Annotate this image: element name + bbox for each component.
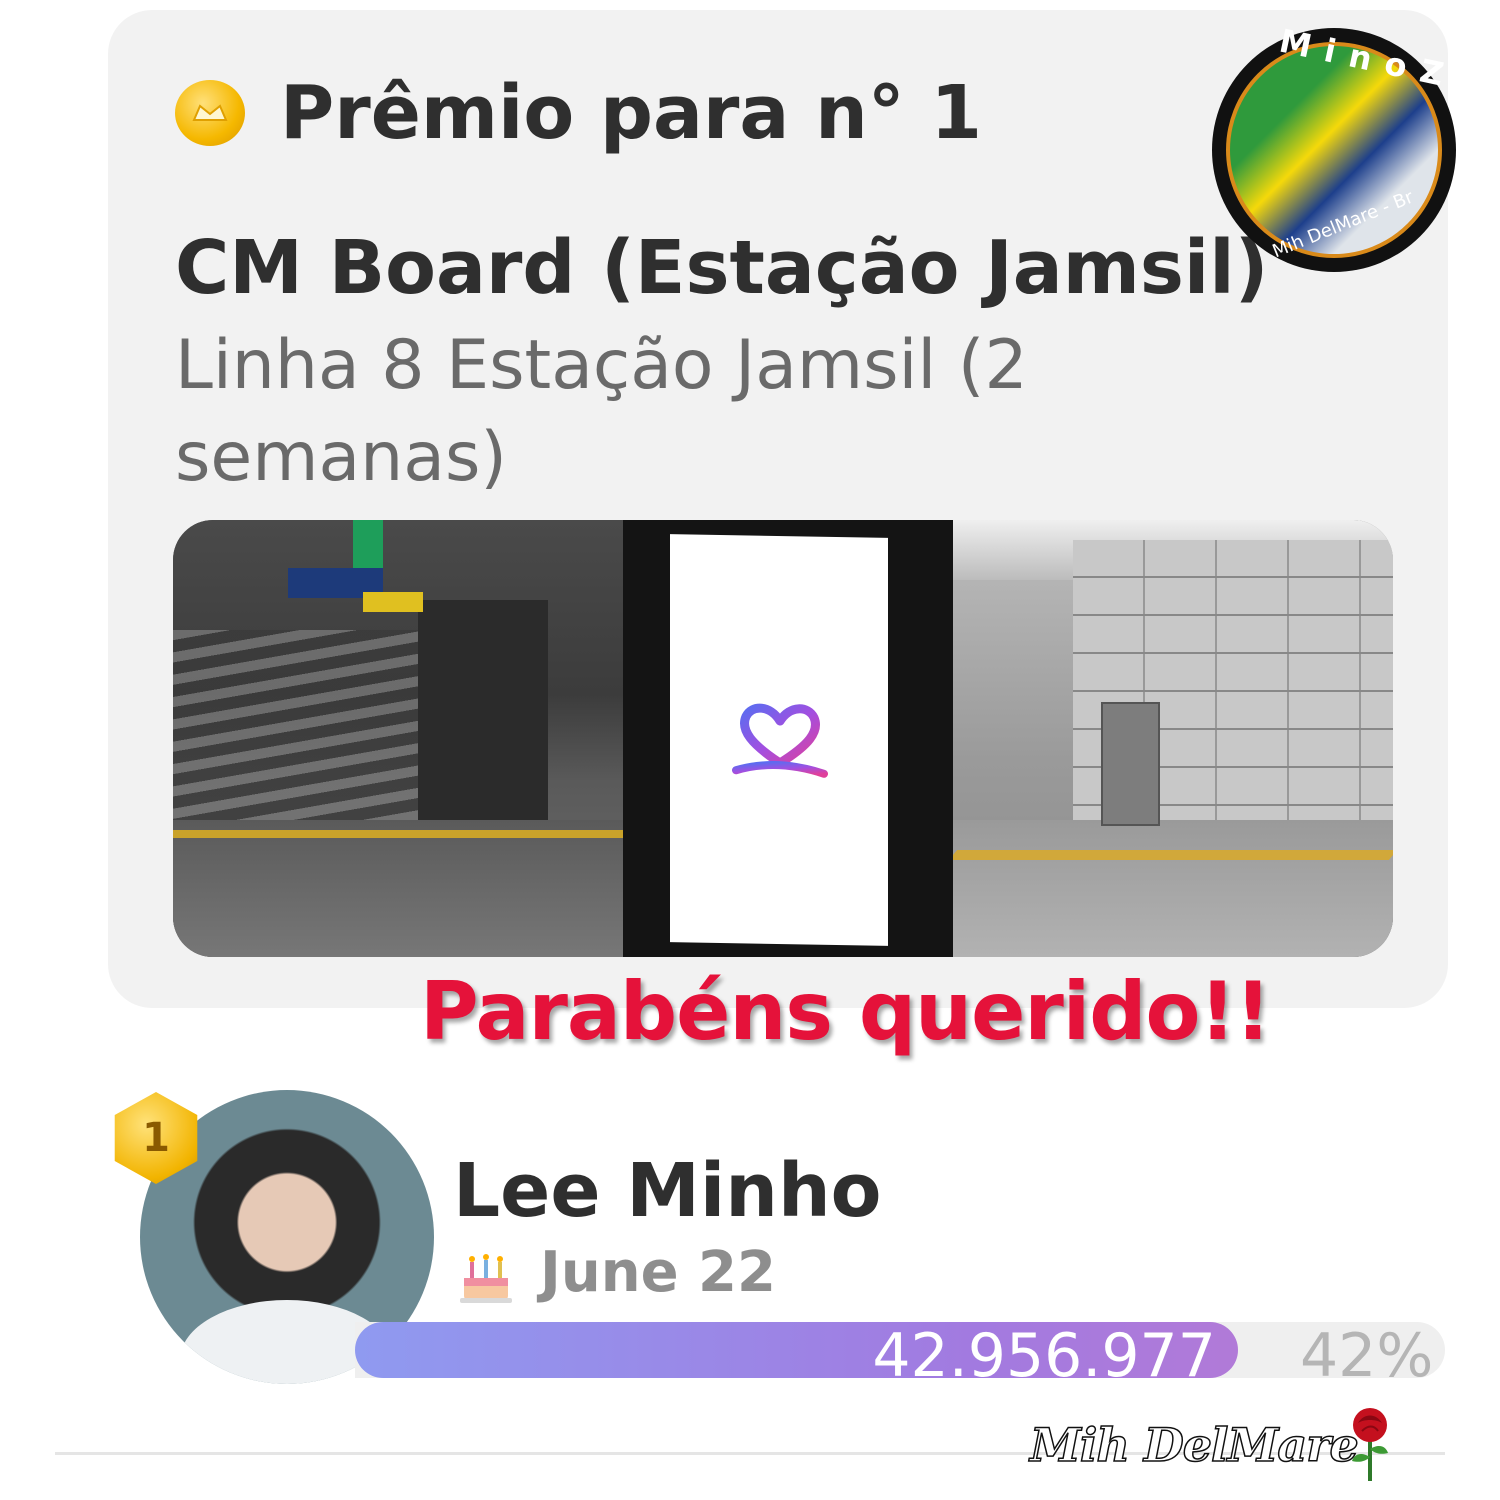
ad-screen bbox=[670, 534, 888, 946]
rose-icon bbox=[1352, 1408, 1388, 1481]
heart-logo-icon bbox=[732, 703, 828, 778]
station-photo bbox=[173, 520, 1393, 957]
board-location: Linha 8 Estação Jamsil (2 semanas) bbox=[175, 326, 1028, 497]
vote-percent: 42% bbox=[1300, 1322, 1434, 1378]
artist-birthday: June 22 bbox=[540, 1240, 776, 1305]
artist-name[interactable]: Lee Minho bbox=[453, 1148, 882, 1234]
board-name: CM Board (Estação Jamsil) bbox=[175, 225, 1269, 311]
vote-percent-area: 42% bbox=[355, 1322, 1445, 1378]
coin-icon bbox=[175, 80, 245, 146]
birthday-cake-icon bbox=[460, 1254, 512, 1303]
congrats-caption: Parabéns querido!! bbox=[420, 965, 1271, 1058]
prize-title: Prêmio para n° 1 bbox=[280, 70, 983, 156]
signature: Mih DelMare bbox=[1029, 1417, 1359, 1473]
